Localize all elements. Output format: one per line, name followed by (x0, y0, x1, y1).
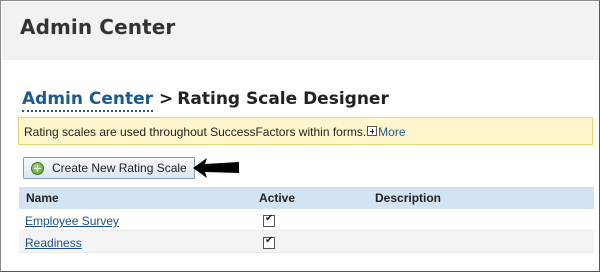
active-checkbox[interactable] (263, 213, 275, 227)
info-bar: Rating scales are used throughout Succes… (18, 117, 593, 145)
info-text: Rating scales are used throughout Succes… (24, 125, 367, 139)
rating-scale-name-link[interactable]: Readiness (25, 236, 82, 250)
add-circle-icon (31, 161, 44, 175)
column-header-name[interactable]: Name (26, 191, 59, 205)
table-row: Employee Survey (19, 209, 594, 231)
create-button-label: Create New Rating Scale (52, 161, 187, 175)
pointer-arrow-icon (193, 158, 239, 178)
rating-scale-name-link[interactable]: Employee Survey (25, 214, 119, 228)
more-link[interactable]: More (378, 125, 405, 139)
page-title: Rating Scale Designer (177, 89, 389, 109)
window-frame: Admin Center Admin Center > Rating Scale D… (0, 0, 600, 272)
breadcrumb-separator: > (159, 89, 174, 109)
expand-plus-icon[interactable] (367, 126, 378, 136)
active-checkbox[interactable] (263, 235, 275, 249)
table-header: Name Active Description (19, 187, 594, 209)
app-title: Admin Center (20, 15, 176, 39)
rating-scale-table: Name Active Description Employee Survey … (19, 187, 594, 253)
breadcrumb-admin-center-link[interactable]: Admin Center (22, 89, 154, 112)
breadcrumb: Admin Center > Rating Scale Designer (22, 89, 389, 112)
table-row: Readiness (19, 231, 594, 253)
create-new-rating-scale-button[interactable]: Create New Rating Scale (23, 157, 195, 179)
column-header-active[interactable]: Active (259, 191, 295, 205)
column-header-description[interactable]: Description (375, 191, 441, 205)
